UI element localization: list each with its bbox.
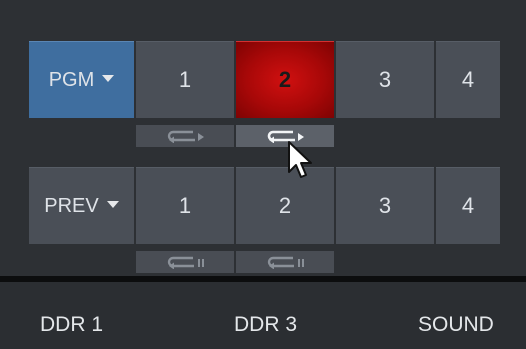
pgm-bus-label: PGM [48,68,95,91]
tab-ddr-3[interactable]: DDR 3 [234,313,297,337]
pgm-bus-dropdown[interactable]: PGM [29,41,134,118]
pgm-input-2-button[interactable]: 2 [236,41,334,118]
prev-bus-dropdown[interactable]: PREV [29,167,134,244]
loop-pause-icon [267,256,304,269]
pgm-input-label: 3 [378,67,392,92]
preview-row: PREV 1 2 3 4 [29,167,500,244]
chevron-down-icon [102,74,115,82]
switcher-panel: PGM 1 2 3 4 PREV 1 2 3 4 DDR 1 DDR 3 SOU… [0,0,526,349]
pgm-input-label: 2 [278,67,292,92]
pgm-input-4-button[interactable]: 4 [436,41,500,118]
pgm-loop-play-button-2[interactable] [236,125,334,147]
pgm-input-label: 1 [178,67,192,92]
tab-sound[interactable]: SOUND [418,313,494,337]
pgm-input-1-button[interactable]: 1 [136,41,234,118]
prev-transport-controls [136,251,336,273]
pgm-loop-play-button-1[interactable] [136,125,234,147]
loop-play-icon [167,130,204,143]
prev-input-4-button[interactable]: 4 [436,167,500,244]
prev-input-label: 2 [278,193,292,218]
prev-input-1-button[interactable]: 1 [136,167,234,244]
prev-input-label: 3 [378,193,392,218]
prev-input-label: 1 [178,193,192,218]
program-row: PGM 1 2 3 4 [29,41,500,118]
loop-pause-icon [167,256,204,269]
prev-input-label: 4 [461,193,475,218]
prev-input-3-button[interactable]: 3 [336,167,434,244]
prev-loop-pause-button-1[interactable] [136,251,234,273]
tab-ddr-1[interactable]: DDR 1 [40,313,103,337]
chevron-down-icon [106,200,119,208]
prev-loop-pause-button-2[interactable] [236,251,334,273]
pgm-input-label: 4 [461,67,475,92]
prev-input-2-button[interactable]: 2 [236,167,334,244]
prev-bus-label: PREV [44,194,99,217]
mouse-pointer-icon [288,141,312,178]
pgm-input-3-button[interactable]: 3 [336,41,434,118]
